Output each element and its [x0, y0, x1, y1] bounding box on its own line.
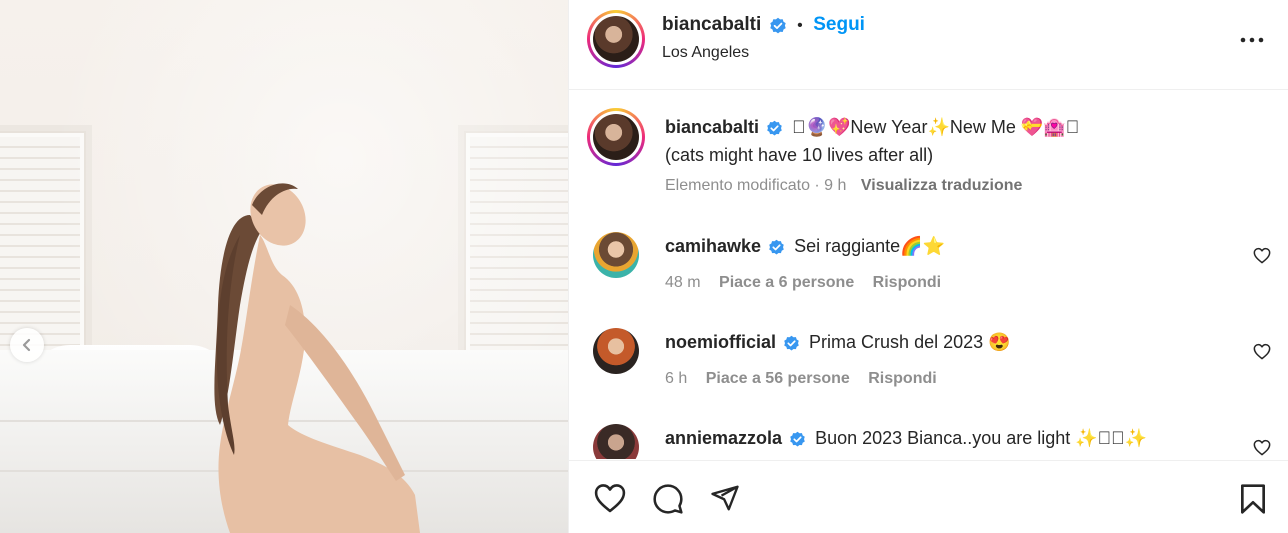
commenter-username[interactable]: anniemazzola	[665, 428, 782, 448]
verified-badge-icon	[767, 120, 782, 136]
person-silhouette	[214, 183, 420, 533]
comment-button[interactable]	[651, 483, 685, 520]
follow-button[interactable]: Segui	[813, 14, 865, 35]
translate-link[interactable]: Visualizza traduzione	[861, 177, 1023, 194]
reply-button[interactable]: Rispondi	[868, 370, 936, 387]
more-options-button[interactable]	[1239, 28, 1265, 57]
caption-username[interactable]: biancabalti	[665, 117, 759, 137]
commenter-username[interactable]: camihawke	[665, 236, 761, 256]
verified-badge-icon	[784, 335, 799, 351]
post-details-panel: biancabalti • Segui Los Angeles biancaba…	[568, 0, 1288, 533]
chevron-left-icon	[22, 338, 31, 352]
commenter-avatar[interactable]	[593, 232, 639, 278]
heart-icon	[594, 484, 626, 513]
verified-badge-icon	[770, 17, 786, 34]
comment-text: Buon 2023 Bianca..you are light ✨􏰀􏰀✨	[815, 428, 1148, 448]
commenter-avatar[interactable]	[593, 328, 639, 374]
commenter-username[interactable]: noemiofficial	[665, 332, 776, 352]
caption-text-line1: 􏰀🔮💖New Year✨New Me 💝🏩􏰀	[792, 117, 1080, 137]
comment-text: Prima Crush del 2023 😍	[809, 332, 1011, 352]
post-photo	[0, 0, 568, 533]
comment-icon	[653, 484, 683, 514]
reply-button[interactable]: Rispondi	[873, 274, 941, 291]
previous-photo-button[interactable]	[10, 328, 44, 362]
caption-text-line2: (cats might have 10 lives after all)	[665, 145, 934, 165]
heart-icon[interactable]	[1253, 247, 1271, 264]
comments-scroll-area[interactable]: biancabalti 􏰀🔮💖New Year✨New Me 💝🏩􏰀 (cats…	[569, 91, 1288, 459]
post-header: biancabalti • Segui Los Angeles	[569, 0, 1288, 90]
caption-edited-time: Elemento modificato · 9 h	[665, 177, 847, 194]
more-options-icon	[1240, 37, 1264, 43]
verified-badge-icon	[769, 239, 784, 255]
comment-likes[interactable]: Piace a 56 persone	[706, 370, 850, 387]
separator-dot: •	[797, 17, 803, 34]
save-button[interactable]	[1239, 483, 1267, 520]
post-location[interactable]: Los Angeles	[662, 44, 749, 62]
comment-time: 48 m	[665, 274, 701, 291]
bookmark-icon	[1241, 484, 1265, 514]
comment-likes[interactable]: Piace a 6 persone	[719, 274, 854, 291]
comment-time: 6 h	[665, 370, 688, 387]
post-actions-bar	[569, 460, 1288, 533]
author-username[interactable]: biancabalti	[662, 14, 761, 35]
author-avatar[interactable]	[587, 10, 645, 68]
verified-badge-icon	[790, 431, 805, 447]
like-button[interactable]	[593, 483, 627, 518]
comment-text: Sei raggiante🌈⭐	[794, 236, 945, 256]
share-button[interactable]	[709, 483, 741, 518]
heart-icon[interactable]	[1253, 439, 1271, 456]
heart-icon[interactable]	[1253, 343, 1271, 360]
share-icon	[711, 485, 739, 511]
commenter-avatar[interactable]	[593, 424, 639, 459]
caption-avatar[interactable]	[587, 108, 645, 166]
